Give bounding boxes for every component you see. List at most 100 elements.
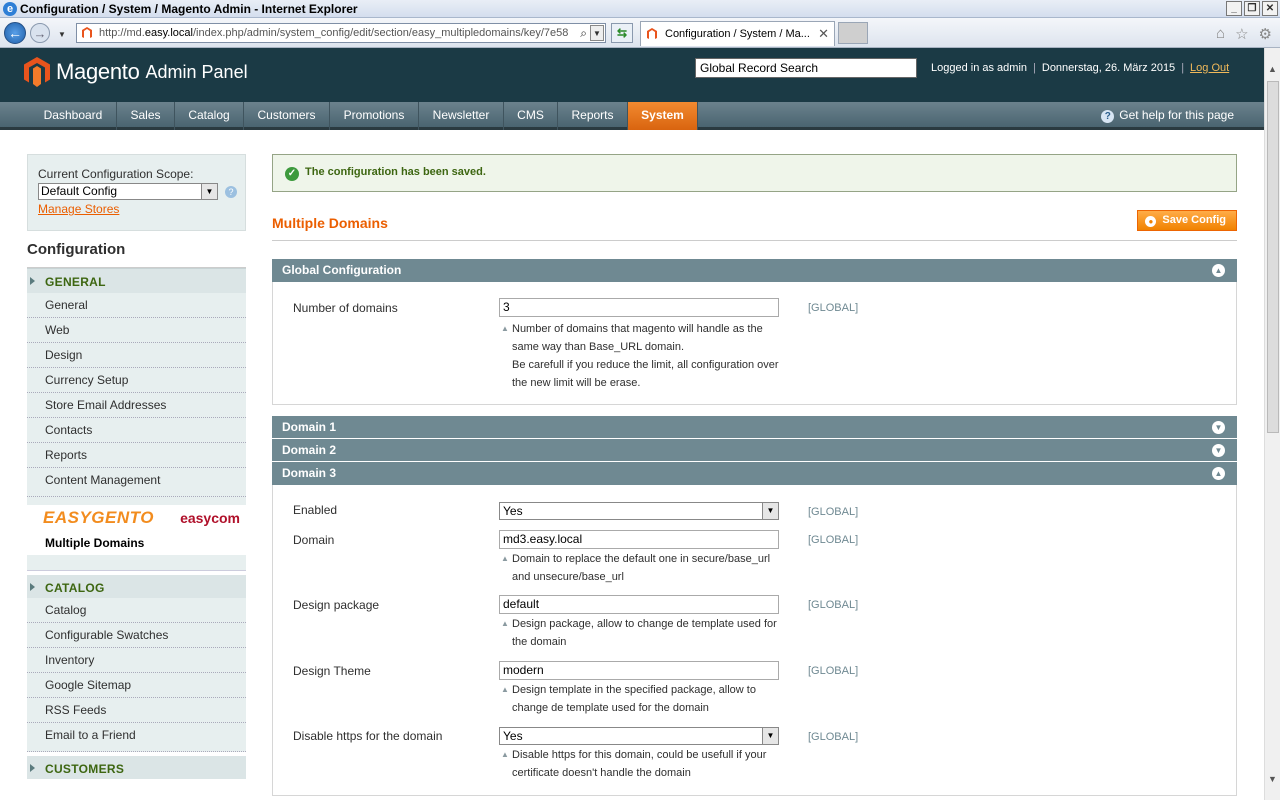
- global-search-input[interactable]: Global Record Search: [695, 58, 917, 78]
- group-general[interactable]: GENERAL: [27, 268, 246, 293]
- save-config-button[interactable]: ● Save Config: [1137, 210, 1237, 231]
- sidebar-item-web[interactable]: Web: [27, 318, 246, 343]
- fieldset-domain2-header[interactable]: Domain 2 ▼: [272, 439, 1237, 462]
- scope-label: [GLOBAL]: [808, 731, 859, 743]
- sidebar-item-content-management[interactable]: Content Management: [27, 468, 246, 497]
- number-of-domains-input[interactable]: 3: [499, 298, 779, 317]
- sidebar-item-catalog[interactable]: Catalog: [27, 598, 246, 623]
- scope-help-icon[interactable]: ?: [225, 186, 237, 198]
- field-label: Disable https for the domain: [293, 729, 443, 743]
- field-note: ▲ Domain to replace the default one in se…: [499, 550, 789, 586]
- sidebar-item-multiple-domains[interactable]: Multiple Domains: [27, 531, 246, 555]
- enabled-select[interactable]: Yes ▼: [499, 502, 779, 520]
- settings-gear-icon[interactable]: ⚙: [1259, 25, 1272, 43]
- scope-label: Current Configuration Scope:: [38, 167, 194, 181]
- nav-reports[interactable]: Reports: [558, 102, 628, 130]
- fieldset-global-header[interactable]: Global Configuration ▲: [272, 259, 1237, 282]
- logo-word: Magento: [56, 59, 140, 84]
- chevron-down-icon: ▼: [762, 728, 778, 744]
- scope-switcher: Current Configuration Scope: Default Con…: [27, 154, 246, 231]
- sidebar-item-email-friend[interactable]: Email to a Friend: [27, 723, 246, 752]
- window-controls: _ ❐ ✕: [1226, 1, 1278, 16]
- close-icon[interactable]: ✕: [1262, 1, 1278, 16]
- main-nav: Dashboard Sales Catalog Customers Promot…: [0, 102, 1264, 130]
- magento-logo-icon: [24, 57, 50, 87]
- restore-icon[interactable]: ❐: [1244, 1, 1260, 16]
- back-button[interactable]: ←: [4, 22, 26, 44]
- manage-stores-link[interactable]: Manage Stores: [38, 202, 235, 216]
- field-label: Design package: [293, 598, 380, 612]
- scroll-down-icon[interactable]: ▼: [1268, 774, 1277, 784]
- sidebar-item-google-sitemap[interactable]: Google Sitemap: [27, 673, 246, 698]
- nav-catalog[interactable]: Catalog: [175, 102, 244, 130]
- search-icon[interactable]: ⌕: [580, 26, 587, 41]
- page-scrollbar[interactable]: ▲ ▼: [1264, 48, 1280, 800]
- note-arrow-icon: ▲: [501, 554, 509, 563]
- field-label: Domain: [293, 533, 335, 547]
- sidebar-item-store-email[interactable]: Store Email Addresses: [27, 393, 246, 418]
- tab-close-icon[interactable]: ✕: [818, 26, 829, 42]
- nav-promotions[interactable]: Promotions: [330, 102, 419, 130]
- favorites-star-icon[interactable]: ☆: [1235, 25, 1248, 43]
- refresh-button[interactable]: ⇆: [611, 23, 633, 43]
- scroll-up-icon[interactable]: ▲: [1268, 64, 1277, 74]
- help-link[interactable]: ? Get help for this page: [1101, 108, 1234, 123]
- address-dropdown-icon[interactable]: ▼: [590, 25, 604, 41]
- nav-dashboard[interactable]: Dashboard: [0, 102, 117, 130]
- scroll-thumb[interactable]: [1267, 81, 1279, 433]
- history-dropdown-icon[interactable]: ▼: [58, 30, 66, 39]
- nav-newsletter[interactable]: Newsletter: [419, 102, 504, 130]
- field-note: ▲ Design template in the specified packag…: [499, 681, 789, 717]
- domain-input[interactable]: md3.easy.local: [499, 530, 779, 549]
- sidebar-item-inventory[interactable]: Inventory: [27, 648, 246, 673]
- collapse-icon[interactable]: ▲: [1212, 264, 1225, 277]
- browser-window: e Configuration / System / Magento Admin…: [0, 0, 1280, 800]
- forward-button[interactable]: →: [30, 23, 50, 43]
- nav-cms[interactable]: CMS: [504, 102, 558, 130]
- page-title: Multiple Domains: [272, 215, 388, 231]
- new-tab-button[interactable]: [838, 22, 868, 44]
- magento-logo[interactable]: Magento Admin Panel: [24, 57, 248, 87]
- collapse-icon[interactable]: ▲: [1212, 467, 1225, 480]
- fieldset-global-body: Number of domains 3 [GLOBAL] ▲ Number of…: [272, 282, 1237, 405]
- minimize-icon[interactable]: _: [1226, 1, 1242, 16]
- field-note: ▲ Disable https for this domain, could be…: [499, 746, 789, 782]
- scope-label: [GLOBAL]: [808, 506, 859, 518]
- sidebar-item-rss-feeds[interactable]: RSS Feeds: [27, 698, 246, 723]
- design-package-input[interactable]: default: [499, 595, 779, 614]
- sidebar-item-contacts[interactable]: Contacts: [27, 418, 246, 443]
- fieldset-domain3-header[interactable]: Domain 3 ▲: [272, 462, 1237, 485]
- home-icon[interactable]: ⌂: [1216, 25, 1225, 43]
- nav-customers[interactable]: Customers: [244, 102, 330, 130]
- expand-icon[interactable]: ▼: [1212, 421, 1225, 434]
- expand-icon[interactable]: ▼: [1212, 444, 1225, 457]
- design-theme-input[interactable]: modern: [499, 661, 779, 680]
- address-bar[interactable]: http://md.easy.local/index.php/admin/sys…: [76, 23, 606, 43]
- scope-label: [GLOBAL]: [808, 534, 859, 546]
- sidebar-item-general[interactable]: General: [27, 293, 246, 318]
- window-titlebar: e Configuration / System / Magento Admin…: [0, 0, 1280, 18]
- group-customers[interactable]: CUSTOMERS: [27, 752, 246, 779]
- scope-label: [GLOBAL]: [808, 665, 859, 677]
- success-check-icon: ✓: [285, 167, 299, 181]
- easycom-logo: easycom: [180, 510, 240, 526]
- tab-title: Configuration / System / Ma...: [665, 28, 810, 40]
- scope-label: [GLOBAL]: [808, 599, 859, 611]
- fieldset-domain1-header[interactable]: Domain 1 ▼: [272, 416, 1237, 439]
- note-arrow-icon: ▲: [501, 619, 509, 628]
- sidebar-item-currency-setup[interactable]: Currency Setup: [27, 368, 246, 393]
- scope-select[interactable]: Default Config ▼: [38, 183, 218, 200]
- sidebar-item-reports[interactable]: Reports: [27, 443, 246, 468]
- field-note: ▲ Number of domains that magento will ha…: [499, 320, 789, 392]
- browser-tab[interactable]: Configuration / System / Ma... ✕: [640, 21, 835, 46]
- sidebar-item-configurable-swatches[interactable]: Configurable Swatches: [27, 623, 246, 648]
- login-info: Logged in as admin | Donnerstag, 26. März …: [931, 62, 1230, 74]
- chevron-down-icon: ▼: [762, 503, 778, 519]
- sidebar-item-design[interactable]: Design: [27, 343, 246, 368]
- nav-sales[interactable]: Sales: [117, 102, 175, 130]
- logout-link[interactable]: Log Out: [1190, 62, 1229, 74]
- nav-system[interactable]: System: [628, 102, 698, 130]
- success-message: ✓ The configuration has been saved.: [272, 154, 1237, 192]
- group-catalog[interactable]: CATALOG: [27, 571, 246, 598]
- disable-https-select[interactable]: Yes ▼: [499, 727, 779, 745]
